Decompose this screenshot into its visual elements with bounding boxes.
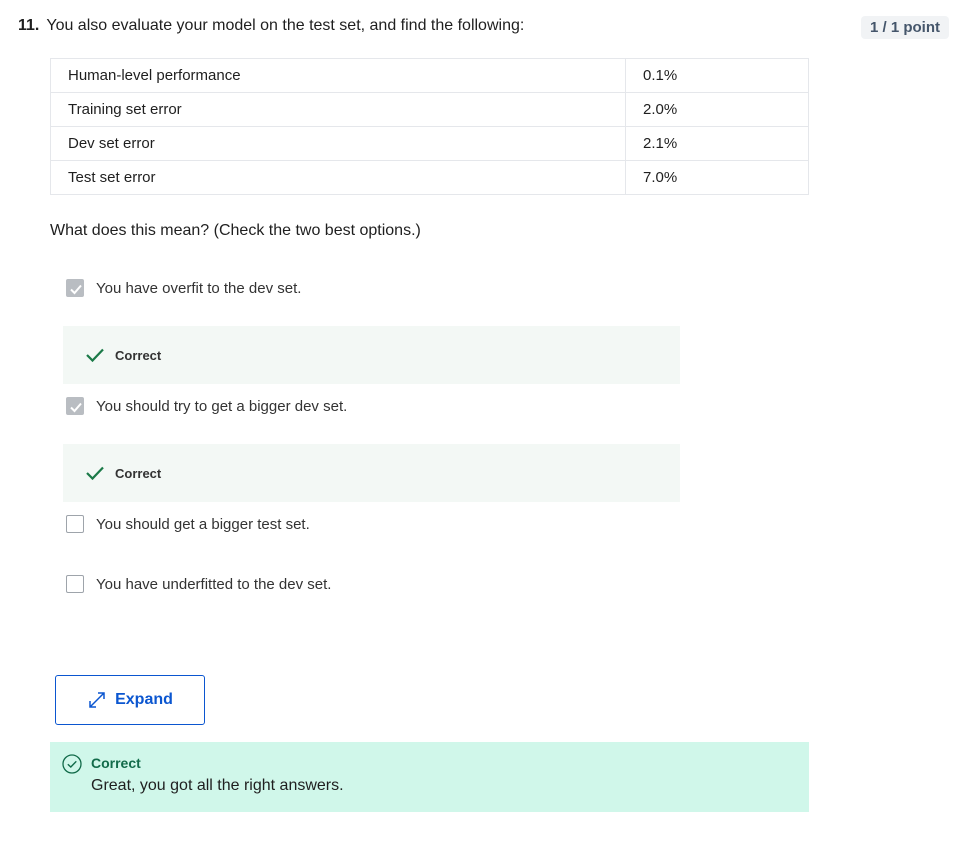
expand-button[interactable]: Expand (55, 675, 205, 725)
option-label: You have underfitted to the dev set. (96, 575, 332, 593)
option-label: You have overfit to the dev set. (96, 279, 302, 297)
table-cell-label: Training set error (50, 92, 626, 127)
checkbox-checked[interactable] (66, 397, 84, 415)
results-table: Human-level performance 0.1% Training se… (50, 58, 809, 195)
points-badge: 1 / 1 point (861, 16, 949, 39)
table-cell-label: Human-level performance (50, 58, 626, 93)
question-prompt: What does this mean? (Check the two best… (50, 222, 421, 239)
table-row: Training set error 2.0% (50, 92, 809, 127)
question-header: 11. You also evaluate your model on the t… (18, 17, 524, 35)
expand-arrows-icon (89, 692, 105, 708)
question-number: 11. (18, 17, 40, 34)
result-banner: Correct Great, you got all the right ans… (50, 742, 809, 812)
table-row: Test set error 7.0% (50, 160, 809, 195)
option-feedback: Correct (63, 326, 680, 384)
option-bigger-test-set[interactable]: You should get a bigger test set. (66, 515, 310, 533)
result-message: Great, you got all the right answers. (91, 777, 344, 794)
checkmark-icon (86, 466, 104, 481)
option-label: You should get a bigger test set. (96, 515, 310, 533)
result-title: Correct (91, 755, 141, 771)
table-row: Human-level performance 0.1% (50, 58, 809, 93)
checkbox-checked[interactable] (66, 279, 84, 297)
table-cell-label: Test set error (50, 160, 626, 195)
feedback-label: Correct (115, 347, 162, 363)
table-cell-value: 2.0% (625, 92, 809, 127)
table-row: Dev set error 2.1% (50, 126, 809, 161)
table-cell-value: 2.1% (625, 126, 809, 161)
option-label: You should try to get a bigger dev set. (96, 397, 348, 415)
question-text: You also evaluate your model on the test… (46, 17, 525, 34)
option-underfit-dev-set[interactable]: You have underfitted to the dev set. (66, 575, 331, 593)
check-icon (70, 402, 82, 413)
check-circle-icon (62, 754, 82, 774)
checkbox-unchecked[interactable] (66, 575, 84, 593)
table-cell-value: 0.1% (625, 58, 809, 93)
table-cell-value: 7.0% (625, 160, 809, 195)
option-bigger-dev-set[interactable]: You should try to get a bigger dev set. (66, 397, 347, 415)
feedback-label: Correct (115, 465, 162, 481)
check-icon (70, 284, 82, 295)
option-feedback: Correct (63, 444, 680, 502)
checkbox-unchecked[interactable] (66, 515, 84, 533)
table-cell-label: Dev set error (50, 126, 626, 161)
option-overfit-dev-set[interactable]: You have overfit to the dev set. (66, 279, 301, 297)
checkmark-icon (86, 348, 104, 363)
expand-label: Expand (115, 691, 173, 708)
